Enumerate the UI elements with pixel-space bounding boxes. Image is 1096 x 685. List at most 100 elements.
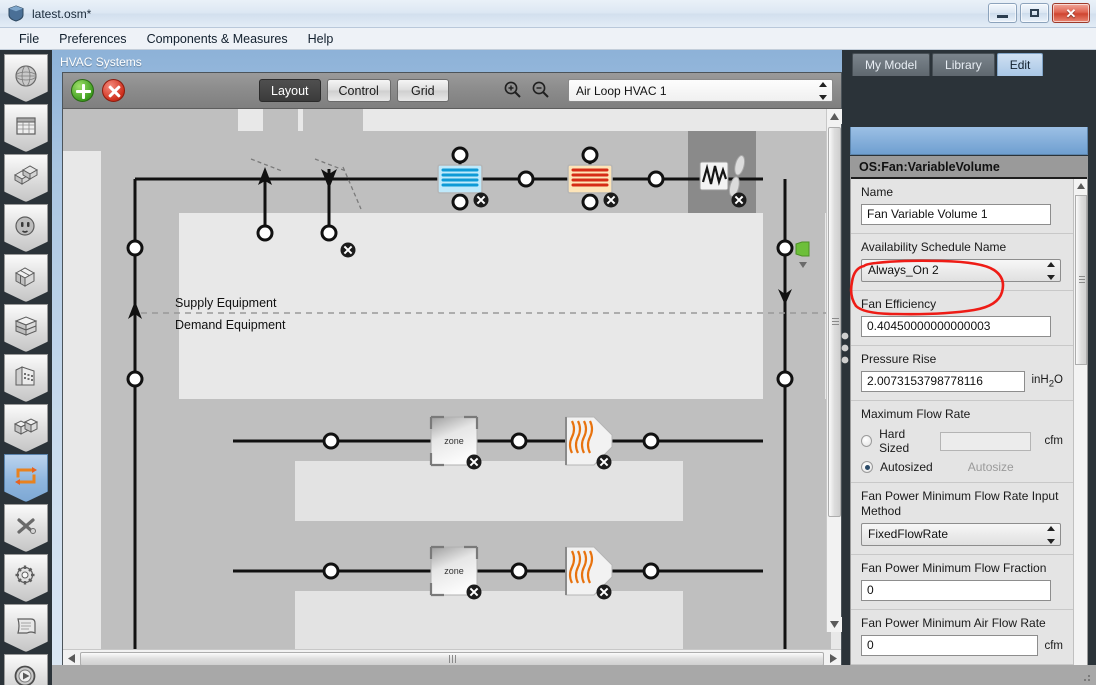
fan-power-min-flow-method-select[interactable]: FixedFlowRate xyxy=(861,523,1061,546)
loads-icon xyxy=(15,216,35,236)
sidebar-item-refrigeration[interactable] xyxy=(4,504,48,552)
inspector-panel: OS:Fan:VariableVolume Name Fan Variable … xyxy=(850,156,1088,685)
field-fan-efficiency: Fan Efficiency 0.40450000000000003 xyxy=(851,291,1073,346)
sidebar-item-space-types[interactable] xyxy=(4,254,48,302)
right-status-strip xyxy=(842,665,1096,685)
remove-component-badge xyxy=(473,192,489,208)
hard-sized-input[interactable] xyxy=(940,431,1032,451)
field-fan-power-min-flow-method: Fan Power Minimum Flow Rate Input Method… xyxy=(851,483,1073,555)
sidebar-item-output-variables[interactable] xyxy=(4,554,48,602)
hard-sized-radio[interactable] xyxy=(861,435,873,447)
scrollbar-grip-icon xyxy=(1079,276,1085,283)
minimize-button[interactable] xyxy=(988,3,1017,23)
field-availability-schedule: Availability Schedule Name Always_On 2 xyxy=(851,234,1073,291)
zoom-out-icon[interactable] xyxy=(531,80,550,99)
remove-component-badge xyxy=(596,454,612,470)
add-loop-button[interactable] xyxy=(71,79,94,102)
hard-sized-unit: cfm xyxy=(1044,435,1063,447)
inspector-header-bar xyxy=(850,127,1088,155)
autosized-label: Autosized xyxy=(880,460,933,474)
maximize-icon xyxy=(1030,9,1039,17)
hard-sized-row: Hard Sized cfm xyxy=(861,427,1063,455)
fan-power-min-air-flow-rate-input[interactable]: 0 xyxy=(861,635,1039,656)
hvac-loop-canvas[interactable]: Supply Equipment Demand Equipment zone z… xyxy=(63,109,841,650)
sidebar-item-constructions[interactable] xyxy=(4,154,48,202)
tab-grid[interactable]: Grid xyxy=(396,79,449,102)
availability-schedule-value: Always_On 2 xyxy=(868,263,939,277)
simulation-settings-icon xyxy=(17,618,36,634)
field-pressure-rise: Pressure Rise 2.0073153798778116 inH2O xyxy=(851,346,1073,401)
canvas-vscroll-thumb[interactable] xyxy=(828,127,841,517)
scroll-up-arrow-icon[interactable] xyxy=(827,109,842,124)
field-fan-power-min-air-flow-rate: Fan Power Minimum Air Flow Rate 0 cfm xyxy=(851,610,1073,665)
resize-grip-icon[interactable] xyxy=(1080,671,1092,683)
scrollbar-grip-icon xyxy=(832,318,839,326)
zone-label-1: zone xyxy=(444,436,464,446)
sidebar-item-simulation-settings[interactable] xyxy=(4,604,48,652)
pressure-rise-input[interactable]: 2.0073153798778116 xyxy=(861,371,1026,392)
fan-power-min-flow-fraction-input[interactable]: 0 xyxy=(861,580,1051,601)
zone-label-2: zone xyxy=(444,566,464,576)
name-input[interactable]: Fan Variable Volume 1 xyxy=(861,204,1051,225)
inspector-title: OS:Fan:VariableVolume xyxy=(851,157,1087,179)
space-types-icon xyxy=(14,267,36,287)
menu-item-help[interactable]: Help xyxy=(299,29,343,49)
menu-item-preferences[interactable]: Preferences xyxy=(50,29,135,49)
menu-item-file[interactable]: File xyxy=(10,29,48,49)
scrollbar-grip-icon xyxy=(448,654,456,663)
canvas-vertical-scrollbar[interactable] xyxy=(826,109,842,632)
sidebar-item-facility[interactable] xyxy=(4,354,48,402)
field-label-fan-power-min-flow-method: Fan Power Minimum Flow Rate Input Method xyxy=(861,489,1059,518)
geometry-icon xyxy=(14,316,38,336)
sidebar-item-schedules[interactable] xyxy=(4,104,48,152)
field-fan-power-min-flow-fraction: Fan Power Minimum Flow Fraction 0 xyxy=(851,555,1073,610)
refrigeration-icon xyxy=(17,518,36,534)
zoom-controls xyxy=(503,80,550,99)
close-button[interactable]: ✕ xyxy=(1052,3,1090,23)
sidebar-item-geometry[interactable] xyxy=(4,304,48,352)
availability-schedule-select[interactable]: Always_On 2 xyxy=(861,259,1061,282)
application-window: latest.osm* ✕ File Preferences Component… xyxy=(0,0,1096,685)
inspector-scroll-up-arrow-icon[interactable] xyxy=(1074,179,1087,193)
chevron-updown-icon xyxy=(816,82,829,100)
field-label-fan-efficiency: Fan Efficiency xyxy=(861,297,937,311)
autosized-radio[interactable] xyxy=(861,461,873,473)
sidebar-item-spaces[interactable] xyxy=(4,404,48,452)
field-label-maximum-flow-rate: Maximum Flow Rate xyxy=(861,407,971,421)
inspector-fields: Name Fan Variable Volume 1 Availability … xyxy=(851,179,1073,685)
sidebar-item-hvac-systems[interactable] xyxy=(4,454,48,502)
remove-component-badge xyxy=(340,242,356,258)
title-bar-left: latest.osm* xyxy=(8,5,91,22)
spaces-icon xyxy=(13,418,39,435)
demand-equipment-label: Demand Equipment xyxy=(175,318,286,332)
tab-my-model[interactable]: My Model xyxy=(852,53,931,76)
zoom-in-icon[interactable] xyxy=(503,80,522,99)
loop-select[interactable]: Air Loop HVAC 1 xyxy=(568,79,833,102)
sidebar-item-loads[interactable] xyxy=(4,204,48,252)
scroll-down-arrow-icon[interactable] xyxy=(827,617,842,632)
chevron-updown-icon xyxy=(1044,526,1057,544)
canvas-hscroll-thumb[interactable] xyxy=(80,651,824,666)
inspector-vscroll-thumb[interactable] xyxy=(1075,195,1087,365)
sidebar-item-site[interactable] xyxy=(4,54,48,102)
tab-library[interactable]: Library xyxy=(932,53,995,76)
right-panel-tabs: My Model Library Edit xyxy=(852,53,1044,76)
remove-component-badge xyxy=(596,584,612,600)
sidebar-item-run-simulation[interactable] xyxy=(4,654,48,685)
field-label-fan-power-min-flow-fraction: Fan Power Minimum Flow Fraction xyxy=(861,561,1047,575)
panel-title: HVAC Systems xyxy=(60,55,142,69)
tab-edit[interactable]: Edit xyxy=(996,53,1044,76)
maximize-button[interactable] xyxy=(1020,3,1049,23)
tab-control[interactable]: Control xyxy=(326,79,391,102)
hvac-toolbar: Layout Control Grid Air Loop HVAC 1 xyxy=(63,73,841,109)
inspector-vertical-scrollbar[interactable] xyxy=(1073,179,1087,685)
tab-layout[interactable]: Layout xyxy=(259,79,321,102)
field-label-fan-power-min-air-flow-rate: Fan Power Minimum Air Flow Rate xyxy=(861,616,1046,630)
cube-logo-icon xyxy=(8,5,24,22)
loop-select-holder: Air Loop HVAC 1 xyxy=(568,79,833,102)
remove-loop-button[interactable] xyxy=(102,79,125,102)
right-panel: My Model Library Edit OS:Fan:VariableVol… xyxy=(842,50,1096,685)
menu-item-components-measures[interactable]: Components & Measures xyxy=(138,29,297,49)
fan-efficiency-input[interactable]: 0.40450000000000003 xyxy=(861,316,1051,337)
view-mode-tabs: Layout Control Grid xyxy=(259,79,449,102)
